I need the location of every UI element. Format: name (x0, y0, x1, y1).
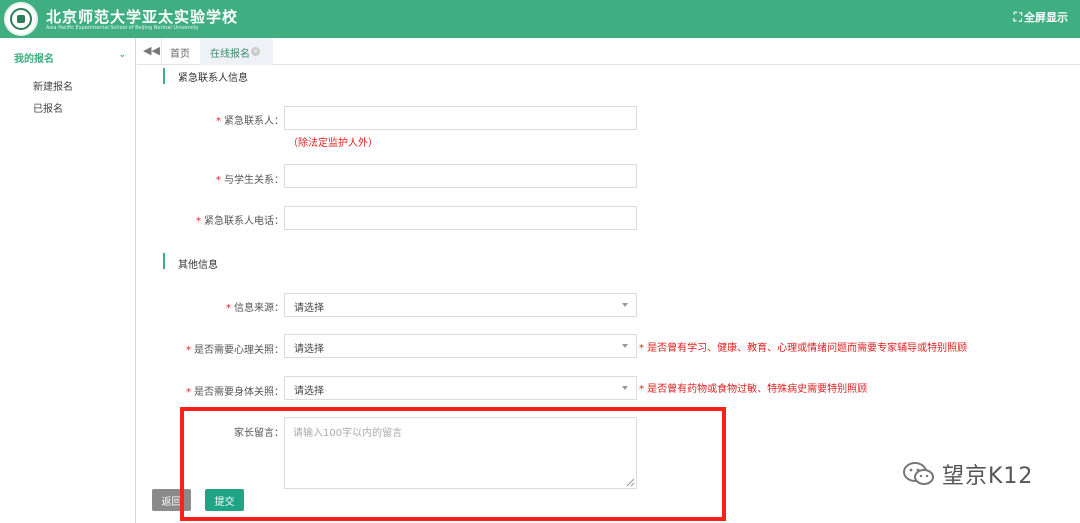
section-marker (163, 68, 165, 84)
wechat-icon (903, 462, 934, 485)
tab-online-registration[interactable]: 在线报名 × (200, 38, 273, 65)
info-source-label: * 信息来源： (226, 303, 284, 314)
physical-care-value: 请选择 (294, 386, 324, 397)
contact-phone-input[interactable] (284, 206, 637, 230)
dropdown-arrow-icon (622, 344, 628, 348)
fullscreen-icon: ⛶ (1013, 9, 1022, 24)
sidebar-item-new-registration[interactable]: 新建报名 (33, 78, 73, 93)
sidebar: 我的报名 ⌄ 新建报名 已报名 (0, 38, 136, 523)
psych-care-value: 请选择 (294, 344, 324, 355)
psych-care-label: * 是否需要心理关照： (186, 345, 284, 356)
emergency-contact-label: * 紧急联系人： (216, 116, 284, 127)
info-source-value: 请选择 (294, 303, 324, 314)
chevron-down-icon: ⌄ (118, 50, 126, 60)
tab-bar: ◀◀ 首页 在线报名 × (137, 38, 1080, 65)
physical-care-select[interactable]: 请选择 (284, 376, 637, 400)
emergency-contact-note: （除法定监护人外） (288, 138, 378, 149)
section-marker (163, 253, 165, 269)
fullscreen-button[interactable]: ⛶ 全屏显示 (1014, 9, 1068, 25)
school-logo (4, 2, 38, 36)
psych-care-select[interactable]: 请选择 (284, 334, 637, 358)
tab-label: 在线报名 (210, 49, 250, 60)
section-title-emergency: 紧急联系人信息 (178, 73, 248, 84)
contact-phone-label: * 紧急联系人电话： (196, 216, 284, 227)
highlight-box (180, 407, 726, 521)
sidebar-group-label: 我的报名 (14, 54, 54, 65)
dropdown-arrow-icon (622, 303, 628, 307)
school-subtitle: Asia Pacific Experimental School of Beij… (46, 25, 199, 31)
physical-care-note: * 是否曾有药物或食物过敏、特殊病史需要特别照顾 (639, 384, 868, 395)
emergency-contact-input[interactable] (284, 106, 637, 130)
fullscreen-label: 全屏显示 (1024, 11, 1068, 24)
top-header: 北京师范大学亚太实验学校 Asia Pacific Experimental S… (0, 0, 1080, 38)
tab-home[interactable]: 首页 (170, 45, 190, 60)
collapse-sidebar-icon[interactable]: ◀◀ (143, 44, 160, 57)
dropdown-arrow-icon (622, 386, 628, 390)
sidebar-group-my-registration[interactable]: 我的报名 ⌄ (14, 50, 126, 65)
close-tab-icon[interactable]: × (251, 47, 260, 56)
school-name: 北京师范大学亚太实验学校 (46, 8, 239, 26)
section-title-other: 其他信息 (178, 260, 218, 271)
tab-divider (161, 38, 162, 65)
psych-care-note: * 是否曾有学习、健康、教育、心理或情绪问题而需要专家辅导或特别照顾 (639, 343, 968, 354)
sidebar-item-registered[interactable]: 已报名 (33, 100, 63, 115)
watermark-text: 望京K12 (942, 464, 1034, 489)
relation-label: * 与学生关系： (216, 175, 284, 186)
info-source-select[interactable]: 请选择 (284, 293, 637, 317)
relation-input[interactable] (284, 164, 637, 188)
physical-care-label: * 是否需要身体关照： (186, 387, 284, 398)
watermark: 望京K12 (902, 458, 1033, 490)
